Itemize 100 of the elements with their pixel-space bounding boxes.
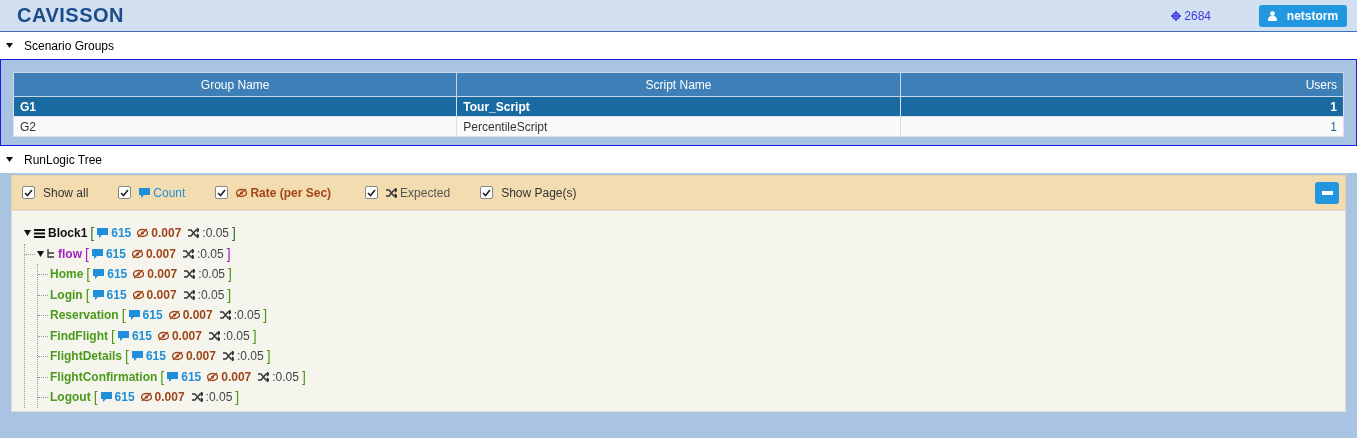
column-header[interactable]: Script Name <box>456 72 901 97</box>
checkbox[interactable] <box>480 186 494 199</box>
comment-icon <box>128 310 140 321</box>
node-name[interactable]: Reservation <box>50 308 119 323</box>
expected-value: :0.05 <box>236 349 264 364</box>
count-value: 615 <box>181 369 202 384</box>
list-icon <box>34 228 45 238</box>
option-checkbox[interactable]: Show all <box>22 185 89 200</box>
eye-slash-icon <box>137 228 149 239</box>
section-header[interactable]: Scenario Groups <box>0 32 1357 59</box>
table-row[interactable]: G1 Tour_Script 1 <box>13 96 1344 117</box>
section-title: Scenario Groups <box>24 38 115 53</box>
option-checkbox[interactable]: Rate (per Sec) <box>215 185 336 200</box>
node-name[interactable]: FindFlight <box>50 328 108 343</box>
bracket: [ <box>125 348 129 365</box>
checkbox[interactable] <box>22 186 35 199</box>
shuffle-icon <box>188 228 200 239</box>
eye-slash-icon <box>168 310 180 321</box>
eye-slash-icon <box>132 289 144 300</box>
expected-value: :0.05 <box>197 287 225 302</box>
rate-value: 0.007 <box>171 328 202 343</box>
bracket: [ <box>90 225 95 242</box>
bracket: [ <box>93 389 98 406</box>
option-checkbox[interactable]: Count <box>118 185 186 200</box>
count-value: 615 <box>111 226 132 241</box>
eye-slash-icon <box>236 187 248 198</box>
node-name[interactable]: Login <box>50 287 83 302</box>
shuffle-icon <box>386 187 398 198</box>
table-row[interactable]: G2 PercentileScript 1 <box>13 116 1344 137</box>
node-name[interactable]: flow <box>58 246 82 261</box>
count-value: 615 <box>105 246 126 261</box>
table-cell: G2 <box>13 116 457 137</box>
bracket: [ <box>121 307 126 324</box>
checkbox[interactable] <box>215 186 229 199</box>
bracket: [ <box>86 266 91 283</box>
eye-slash-icon <box>133 269 145 280</box>
caret-icon[interactable] <box>37 250 44 257</box>
checkbox[interactable] <box>365 186 379 199</box>
bracket: ] <box>266 348 271 365</box>
caret-icon[interactable] <box>6 43 13 48</box>
expected-value: :0.05 <box>222 328 250 343</box>
eye-slash-icon <box>207 371 219 382</box>
comment-icon <box>139 187 151 198</box>
bracket: ] <box>263 307 268 324</box>
node-name[interactable]: Home <box>50 267 84 282</box>
expected-value: :0.05 <box>196 246 224 261</box>
caret-icon[interactable] <box>6 157 13 162</box>
expected-value: :0.05 <box>205 390 233 405</box>
rate-value: 0.007 <box>221 369 252 384</box>
comment-icon <box>167 371 179 382</box>
expected-value: :0.05 <box>233 308 261 323</box>
checkbox[interactable] <box>118 186 132 199</box>
section-header[interactable]: RunLogic Tree <box>0 146 1357 173</box>
bracket: ] <box>232 225 236 242</box>
expected-value: :0.05 <box>202 226 229 241</box>
bracket: ] <box>252 327 257 344</box>
count-value: 615 <box>106 287 127 302</box>
bracket: ] <box>228 266 232 283</box>
table-cell: 1 <box>900 96 1344 117</box>
count-value: 615 <box>114 390 135 405</box>
count-value: 615 <box>145 349 166 364</box>
comment-icon <box>97 228 109 239</box>
table-cell: G1 <box>13 96 457 117</box>
bracket: [ <box>160 368 165 385</box>
session-id: 2684 <box>1171 8 1211 23</box>
node-name[interactable]: Block1 <box>48 226 88 241</box>
user-icon <box>1267 10 1277 21</box>
comment-icon <box>91 248 103 259</box>
node-name[interactable]: FlightConfirmation <box>50 369 158 384</box>
node-name[interactable]: FlightDetails <box>50 349 122 364</box>
user-button[interactable]: netstorm <box>1259 4 1347 27</box>
collapse-button[interactable] <box>1315 181 1339 204</box>
comment-icon <box>131 351 143 362</box>
column-header[interactable]: Users <box>900 72 1344 97</box>
rate-value: 0.007 <box>146 287 177 302</box>
node-name[interactable]: Logout <box>50 390 91 405</box>
comment-icon <box>117 330 129 341</box>
shuffle-icon <box>191 392 203 403</box>
crosshair-icon <box>1171 10 1182 21</box>
logo: CAVISSON <box>17 4 124 27</box>
expected-value: :0.05 <box>272 369 299 384</box>
column-header[interactable]: Group Name <box>13 72 457 97</box>
count-value: 615 <box>142 308 163 323</box>
expected-value: :0.05 <box>198 267 225 282</box>
rate-value: 0.007 <box>151 226 182 241</box>
shuffle-icon <box>183 289 195 300</box>
shuffle-icon <box>222 351 234 362</box>
eye-slash-icon <box>131 248 143 259</box>
caret-icon[interactable] <box>24 230 31 237</box>
option-checkbox[interactable]: Expected <box>365 185 451 200</box>
rate-value: 0.007 <box>147 267 178 282</box>
bracket: ] <box>302 368 306 385</box>
bracket: [ <box>85 286 90 303</box>
comment-icon <box>92 289 104 300</box>
rate-value: 0.007 <box>154 390 185 405</box>
section-title: RunLogic Tree <box>24 152 103 167</box>
option-checkbox[interactable]: Show Page(s) <box>480 185 577 200</box>
rate-value: 0.007 <box>182 308 213 323</box>
bracket: ] <box>227 286 232 303</box>
shuffle-icon <box>184 269 196 280</box>
